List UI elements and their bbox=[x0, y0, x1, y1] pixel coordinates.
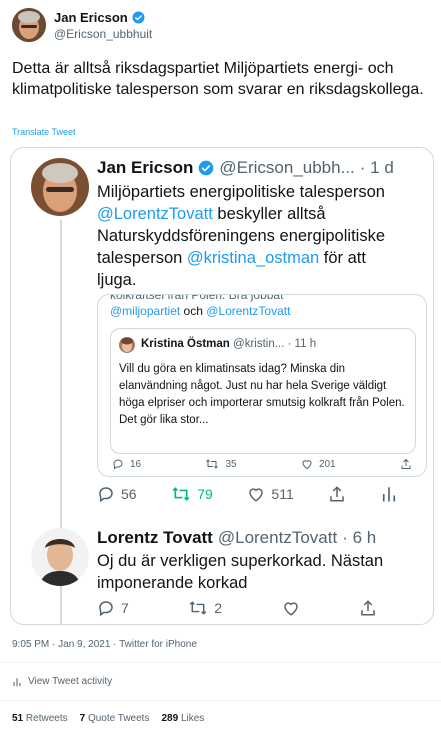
inner-time: · 11 h bbox=[287, 338, 317, 350]
view-activity-button[interactable]: View Tweet activity bbox=[12, 676, 112, 687]
embed-line-3: Naturskyddsföreningens energipolitiske bbox=[97, 227, 385, 245]
quote-like-action: 201 bbox=[301, 458, 336, 470]
author-photo bbox=[12, 8, 46, 42]
embed-retweet-action: 79 bbox=[171, 485, 213, 503]
quote-mention-lorentz: @LorentzTovatt bbox=[206, 304, 291, 318]
inner-author-name: Kristina Östman bbox=[141, 338, 230, 350]
verified-badge-icon bbox=[132, 11, 145, 24]
embed-author-name: Jan Ericson bbox=[97, 158, 194, 177]
embed-share-action bbox=[328, 485, 346, 503]
reply-tweet-text: Oj du är verkligen superkorkad. Nästan i… bbox=[97, 552, 384, 592]
reply-share-action bbox=[359, 599, 377, 617]
quote-retweet-count: 35 bbox=[225, 458, 237, 470]
inner-tweet-text: Vill du göra en klimatinsats idag? Minsk… bbox=[119, 363, 405, 426]
divider-bottom bbox=[0, 700, 441, 701]
quote-share-action bbox=[400, 458, 412, 470]
embed-author-handle: @Ericson_ubbh... bbox=[219, 158, 355, 177]
quote-tweets-stat[interactable]: 7 Quote Tweets bbox=[80, 713, 150, 724]
inner-author-avatar bbox=[119, 337, 135, 353]
retweets-stat[interactable]: 51 Retweets bbox=[12, 713, 68, 724]
embed-line-1: Miljöpartiets energipolitiske talesperso… bbox=[97, 183, 385, 201]
quote-tweets-label: Quote Tweets bbox=[87, 713, 150, 724]
heart-icon bbox=[302, 460, 312, 470]
divider-top bbox=[0, 662, 441, 663]
mention-lorentz: @LorentzTovatt bbox=[97, 205, 213, 223]
view-activity-label: View Tweet activity bbox=[28, 676, 113, 687]
reply-reply-count: 7 bbox=[121, 600, 129, 616]
author-handle[interactable]: @Ericson_ubbhuit bbox=[54, 27, 152, 41]
retweets-count: 51 bbox=[12, 713, 24, 724]
retweet-icon bbox=[172, 487, 190, 501]
reply-author-photo bbox=[31, 528, 89, 586]
inner-author-handle: @kristin... bbox=[233, 338, 285, 350]
analytics-icon bbox=[382, 487, 396, 502]
share-icon bbox=[330, 486, 345, 502]
share-icon bbox=[361, 600, 375, 616]
reply-retweet-action: 2 bbox=[188, 599, 222, 617]
embed-line-4-rest: för att bbox=[319, 249, 366, 267]
reply-author-avatar bbox=[31, 528, 89, 586]
quote-retweet-action: 35 bbox=[205, 458, 237, 470]
embed-verified-icon bbox=[198, 160, 214, 176]
embed-line-4-start: talesperson bbox=[97, 249, 187, 267]
embed-retweet-count: 79 bbox=[197, 486, 213, 502]
share-icon bbox=[401, 458, 411, 469]
retweet-icon bbox=[189, 601, 207, 615]
heart-icon bbox=[283, 602, 298, 616]
embed-author-photo bbox=[31, 158, 89, 216]
quote-like-count: 201 bbox=[318, 458, 336, 470]
tweet-timestamp[interactable]: 9:05 PM · Jan 9, 2021 · Twitter for iPho… bbox=[12, 639, 197, 650]
reply-icon bbox=[113, 459, 123, 470]
quote-mention-miljopartiet: @miljopartiet bbox=[110, 304, 181, 318]
likes-count: 289 bbox=[161, 713, 179, 724]
heart-icon bbox=[249, 488, 264, 502]
quote-cut-line: kolkraftsel från Polen. Bra jobbat bbox=[110, 294, 284, 302]
quote-reply-count: 16 bbox=[130, 458, 142, 470]
embed-analytics-action bbox=[381, 485, 397, 503]
reply-icon bbox=[99, 487, 113, 503]
author-name[interactable]: Jan Ericson bbox=[54, 10, 128, 25]
activity-icon bbox=[13, 677, 21, 686]
embed-tweet-text: Miljöpartiets energipolitiske talesperso… bbox=[97, 181, 427, 291]
likes-stat[interactable]: 289 Likes bbox=[161, 713, 204, 724]
embed-like-action: 511 bbox=[247, 485, 294, 503]
translate-tweet-link[interactable]: Translate Tweet bbox=[12, 127, 76, 137]
retweet-icon bbox=[206, 459, 219, 469]
quote-tweets-count: 7 bbox=[79, 713, 86, 724]
embed-like-count: 511 bbox=[271, 486, 294, 502]
reply-time: · 6 h bbox=[342, 528, 377, 547]
embed-time: · 1 d bbox=[359, 158, 394, 177]
reply-reply-action: 7 bbox=[97, 599, 129, 617]
mention-kristina: @kristina_ostman bbox=[186, 249, 320, 267]
embed-line-5: ljuga. bbox=[97, 271, 137, 289]
author-avatar[interactable] bbox=[12, 8, 46, 42]
reply-retweet-count: 2 bbox=[214, 600, 223, 616]
quote-reply-action: 16 bbox=[112, 458, 141, 470]
likes-label: Likes bbox=[180, 713, 205, 724]
inner-quoted-tweet: Kristina Östman @kristin... · 11 h Vill … bbox=[110, 328, 416, 454]
embedded-image[interactable]: Jan Ericson @Ericson_ubbh... · 1 d Miljö… bbox=[10, 147, 434, 625]
embed-reply-action: 56 bbox=[97, 485, 137, 503]
quote-och: och bbox=[180, 304, 207, 318]
embed-line-2-rest: beskyller alltså bbox=[212, 205, 326, 223]
embed-reply-count: 56 bbox=[121, 486, 137, 502]
reply-icon bbox=[99, 601, 113, 617]
retweets-label: Retweets bbox=[25, 713, 68, 724]
reply-like-action bbox=[282, 599, 300, 617]
reply-author-name: Lorentz Tovatt bbox=[97, 528, 213, 547]
embed-author-avatar bbox=[31, 158, 89, 216]
reply-author-handle: @LorentzTovatt bbox=[217, 528, 338, 547]
quoted-tweet-card: kolkraftsel från Polen. Bra jobbat @milj… bbox=[97, 294, 427, 477]
reply-thread-line bbox=[60, 590, 62, 624]
tweet-text: Detta är alltså riksdagspartiet Miljöpar… bbox=[12, 60, 424, 98]
